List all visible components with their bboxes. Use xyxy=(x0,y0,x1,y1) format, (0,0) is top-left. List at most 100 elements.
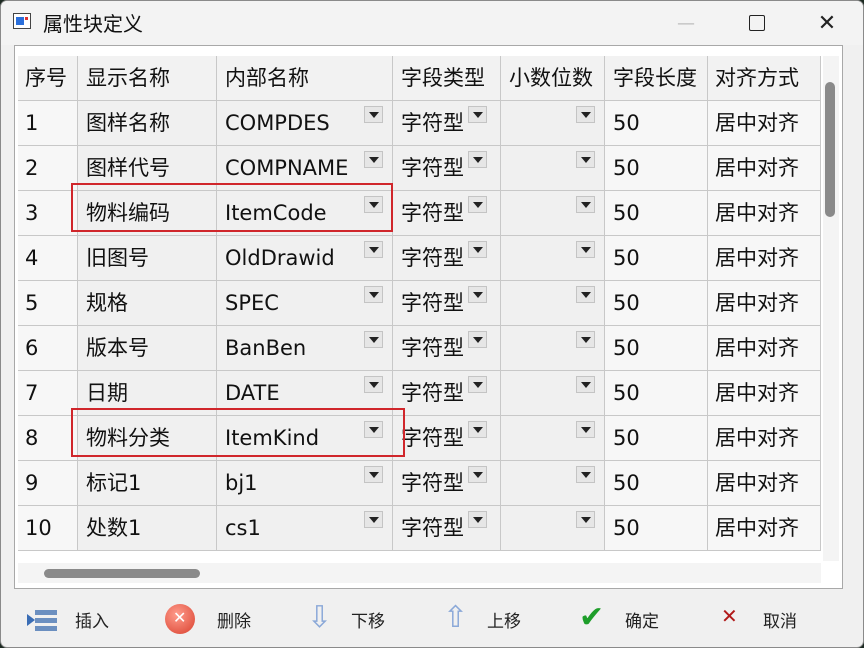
cell-display-name[interactable]: 图样名称 xyxy=(78,101,217,146)
cell-field-type[interactable]: 字符型 xyxy=(393,461,501,506)
cell-display-name[interactable]: 标记1 xyxy=(78,461,217,506)
cell-index[interactable]: 4 xyxy=(18,236,78,281)
cell-decimal-places[interactable] xyxy=(501,326,605,371)
cell-alignment[interactable]: 居中对齐 xyxy=(708,416,821,461)
cell-index[interactable]: 9 xyxy=(18,461,78,506)
dropdown-arrow-icon[interactable] xyxy=(364,376,383,393)
cell-field-type[interactable]: 字符型 xyxy=(393,191,501,236)
dropdown-arrow-icon[interactable] xyxy=(364,511,383,528)
cell-field-type[interactable]: 字符型 xyxy=(393,101,501,146)
dropdown-arrow-icon[interactable] xyxy=(576,196,595,213)
cell-field-length[interactable]: 50 xyxy=(605,101,708,146)
table-row[interactable]: 9 标记1 bj1 字符型 50 居中对齐 xyxy=(18,461,821,506)
dropdown-arrow-icon[interactable] xyxy=(364,151,383,168)
horizontal-scrollbar[interactable] xyxy=(18,563,821,583)
header-decimal-places[interactable]: 小数位数 xyxy=(501,56,605,101)
dropdown-arrow-icon[interactable] xyxy=(468,331,487,348)
cell-alignment[interactable]: 居中对齐 xyxy=(708,506,821,551)
cell-field-type[interactable]: 字符型 xyxy=(393,281,501,326)
cell-index[interactable]: 2 xyxy=(18,146,78,191)
cell-decimal-places[interactable] xyxy=(501,416,605,461)
delete-button[interactable]: 删除 xyxy=(165,591,251,647)
cell-decimal-places[interactable] xyxy=(501,191,605,236)
cell-decimal-places[interactable] xyxy=(501,146,605,191)
cell-alignment[interactable]: 居中对齐 xyxy=(708,371,821,416)
cell-field-type[interactable]: 字符型 xyxy=(393,146,501,191)
cell-internal-name[interactable]: OldDrawid xyxy=(217,236,393,281)
minimize-button[interactable]: — xyxy=(658,1,714,45)
dropdown-arrow-icon[interactable] xyxy=(364,241,383,258)
cell-internal-name[interactable]: BanBen xyxy=(217,326,393,371)
cell-field-length[interactable]: 50 xyxy=(605,461,708,506)
dropdown-arrow-icon[interactable] xyxy=(364,331,383,348)
cell-field-type[interactable]: 字符型 xyxy=(393,506,501,551)
dropdown-arrow-icon[interactable] xyxy=(468,286,487,303)
cell-internal-name[interactable]: COMPDES xyxy=(217,101,393,146)
cell-internal-name[interactable]: SPEC xyxy=(217,281,393,326)
dropdown-arrow-icon[interactable] xyxy=(364,466,383,483)
cell-field-type[interactable]: 字符型 xyxy=(393,416,501,461)
cell-alignment[interactable]: 居中对齐 xyxy=(708,461,821,506)
cell-internal-name[interactable]: cs1 xyxy=(217,506,393,551)
cell-field-length[interactable]: 50 xyxy=(605,506,708,551)
table-row[interactable]: 4 旧图号 OldDrawid 字符型 50 居中对齐 xyxy=(18,236,821,281)
dropdown-arrow-icon[interactable] xyxy=(576,331,595,348)
dropdown-arrow-icon[interactable] xyxy=(576,376,595,393)
cell-display-name[interactable]: 规格 xyxy=(78,281,217,326)
cell-display-name[interactable]: 处数1 xyxy=(78,506,217,551)
cell-display-name[interactable]: 版本号 xyxy=(78,326,217,371)
header-display-name[interactable]: 显示名称 xyxy=(78,56,217,101)
vertical-scrollbar[interactable] xyxy=(823,56,839,561)
cell-decimal-places[interactable] xyxy=(501,236,605,281)
header-alignment[interactable]: 对齐方式 xyxy=(708,56,821,101)
cell-field-type[interactable]: 字符型 xyxy=(393,326,501,371)
cell-index[interactable]: 1 xyxy=(18,101,78,146)
dropdown-arrow-icon[interactable] xyxy=(576,286,595,303)
cell-decimal-places[interactable] xyxy=(501,506,605,551)
horizontal-scroll-thumb[interactable] xyxy=(44,569,200,578)
cell-field-length[interactable]: 50 xyxy=(605,371,708,416)
cell-decimal-places[interactable] xyxy=(501,281,605,326)
cell-index[interactable]: 5 xyxy=(18,281,78,326)
cell-field-type[interactable]: 字符型 xyxy=(393,371,501,416)
dropdown-arrow-icon[interactable] xyxy=(576,241,595,258)
cell-alignment[interactable]: 居中对齐 xyxy=(708,191,821,236)
cell-index[interactable]: 8 xyxy=(18,416,78,461)
cell-field-length[interactable]: 50 xyxy=(605,191,708,236)
cell-alignment[interactable]: 居中对齐 xyxy=(708,146,821,191)
cell-index[interactable]: 10 xyxy=(18,506,78,551)
cell-field-length[interactable]: 50 xyxy=(605,326,708,371)
cell-field-length[interactable]: 50 xyxy=(605,281,708,326)
cell-alignment[interactable]: 居中对齐 xyxy=(708,236,821,281)
dropdown-arrow-icon[interactable] xyxy=(468,106,487,123)
cell-field-length[interactable]: 50 xyxy=(605,416,708,461)
dropdown-arrow-icon[interactable] xyxy=(468,196,487,213)
cell-field-length[interactable]: 50 xyxy=(605,236,708,281)
dropdown-arrow-icon[interactable] xyxy=(364,106,383,123)
move-down-button[interactable]: 下移 xyxy=(303,591,385,647)
table-row[interactable]: 6 版本号 BanBen 字符型 50 居中对齐 xyxy=(18,326,821,371)
header-index[interactable]: 序号 xyxy=(18,56,78,101)
vertical-scroll-thumb[interactable] xyxy=(825,82,835,217)
table-row[interactable]: 5 规格 SPEC 字符型 50 居中对齐 xyxy=(18,281,821,326)
table-row[interactable]: 1 图样名称 COMPDES 字符型 50 居中对齐 xyxy=(18,101,821,146)
cell-decimal-places[interactable] xyxy=(501,101,605,146)
table-row[interactable]: 10 处数1 cs1 字符型 50 居中对齐 xyxy=(18,506,821,551)
cell-display-name[interactable]: 旧图号 xyxy=(78,236,217,281)
cell-decimal-places[interactable] xyxy=(501,371,605,416)
cancel-button[interactable]: 取消 xyxy=(715,591,797,647)
cell-alignment[interactable]: 居中对齐 xyxy=(708,326,821,371)
dropdown-arrow-icon[interactable] xyxy=(576,421,595,438)
header-internal-name[interactable]: 内部名称 xyxy=(217,56,393,101)
header-field-length[interactable]: 字段长度 xyxy=(605,56,708,101)
dropdown-arrow-icon[interactable] xyxy=(468,151,487,168)
move-up-button[interactable]: 上移 xyxy=(439,591,521,647)
maximize-button[interactable] xyxy=(729,1,785,45)
cell-field-type[interactable]: 字符型 xyxy=(393,236,501,281)
cell-alignment[interactable]: 居中对齐 xyxy=(708,281,821,326)
cell-index[interactable]: 7 xyxy=(18,371,78,416)
cell-internal-name[interactable]: bj1 xyxy=(217,461,393,506)
cell-index[interactable]: 6 xyxy=(18,326,78,371)
dropdown-arrow-icon[interactable] xyxy=(468,511,487,528)
dropdown-arrow-icon[interactable] xyxy=(468,376,487,393)
